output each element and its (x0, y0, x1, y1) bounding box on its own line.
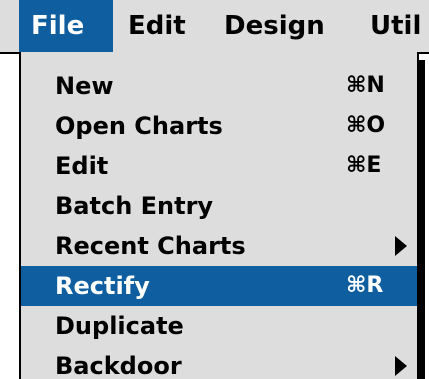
menu-item-open-charts[interactable]: Open Charts ⌘O (21, 106, 417, 146)
screen: File Edit Design Util New ⌘N Open Charts… (0, 0, 429, 379)
menu-item-duplicate[interactable]: Duplicate (21, 306, 417, 346)
submenu-arrow-icon (395, 236, 407, 256)
dropdown-shadow (419, 60, 425, 379)
menu-file[interactable]: File (19, 0, 113, 52)
menu-item-label: Recent Charts (55, 232, 246, 260)
shortcut-label: ⌘O (346, 113, 386, 138)
menu-item-new[interactable]: New ⌘N (21, 66, 417, 106)
menu-item-label: Edit (55, 152, 109, 180)
menu-item-label: Batch Entry (55, 192, 214, 220)
menu-item-batch-entry[interactable]: Batch Entry (21, 186, 417, 226)
submenu-arrow-icon (395, 356, 407, 376)
shortcut-label: ⌘N (346, 73, 385, 98)
menu-bar: File Edit Design Util (0, 0, 429, 54)
shortcut-label: ⌘E (346, 153, 382, 178)
menu-item-label: Backdoor (55, 352, 182, 379)
menu-item-recent-charts[interactable]: Recent Charts (21, 226, 417, 266)
menu-item-label: Duplicate (55, 312, 184, 340)
file-dropdown-menu: New ⌘N Open Charts ⌘O Edit ⌘E Batch Entr… (19, 52, 419, 379)
menu-item-rectify[interactable]: Rectify ⌘R (21, 266, 417, 306)
menu-design[interactable]: Design (224, 0, 325, 52)
menu-util[interactable]: Util (370, 0, 421, 52)
menu-item-label: New (55, 72, 114, 100)
menu-item-label: Open Charts (55, 112, 223, 140)
menu-item-label: Rectify (55, 272, 150, 300)
menu-edit[interactable]: Edit (128, 0, 186, 52)
shortcut-label: ⌘R (346, 273, 384, 298)
menu-item-edit[interactable]: Edit ⌘E (21, 146, 417, 186)
menu-item-backdoor[interactable]: Backdoor (21, 346, 417, 379)
